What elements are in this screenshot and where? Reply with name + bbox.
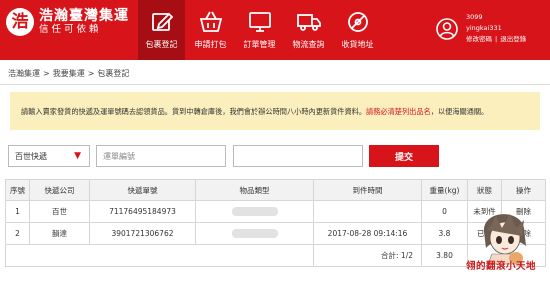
- logo-title: 浩瀚臺灣集運: [39, 8, 129, 24]
- top-header: 浩 浩瀚臺灣集運 信任可依賴 包裹登記 申請打包 訂單管理 物流查詢 收貨地址 …: [0, 0, 550, 60]
- user-info: 3099 yingkai331 修改密碼 | 退出登錄: [466, 12, 529, 45]
- summary-weight: 3.80: [421, 244, 468, 267]
- change-password-link[interactable]: 修改密碼: [466, 35, 492, 43]
- nav-item-package-register[interactable]: 包裹登記: [138, 0, 185, 60]
- edit-icon: [151, 12, 173, 31]
- truck-icon: [296, 14, 321, 31]
- user-links-separator: |: [495, 35, 498, 43]
- table-header-row: 序號 快遞公司 快遞單號 物品類型 到件時間 重量(kg) 狀態 操作: [5, 179, 546, 201]
- cell-courier: 韻達: [29, 222, 90, 245]
- courier-selected: 百世快遞: [15, 152, 47, 161]
- nav-item-logistics[interactable]: 物流查詢: [285, 0, 332, 60]
- col-header-weight: 重量(kg): [421, 179, 468, 201]
- cell-item-type: [195, 200, 314, 223]
- notice-text: 請輸入賣家發貨的快遞及運單號碼去認領貨品。貨到中轉倉庫後，我們會於辦公時間八小時…: [21, 107, 367, 116]
- notice-banner: 請輸入賣家發貨的快遞及運單號碼去認領貨品。貨到中轉倉庫後，我們會於辦公時間八小時…: [10, 92, 540, 130]
- cell-weight: 3.8: [421, 222, 468, 245]
- monitor-icon: [248, 12, 271, 32]
- col-header-no: 序號: [5, 179, 30, 201]
- cell-item-type: [195, 222, 314, 245]
- col-header-action: 操作: [501, 179, 546, 201]
- cell-no: 1: [5, 200, 30, 223]
- breadcrumb-current: 包裹登記: [97, 69, 130, 78]
- logo-subtitle: 信任可依賴: [39, 24, 102, 35]
- table-row: 2 韻達 3901721306762 2017-08-28 09:14:16 3…: [5, 222, 546, 245]
- cell-weight: 0: [421, 200, 468, 223]
- package-table: 序號 快遞公司 快遞單號 物品類型 到件時間 重量(kg) 狀態 操作 1 百世…: [5, 179, 546, 267]
- logo-mark: 浩: [6, 8, 34, 36]
- submit-button[interactable]: 提交: [369, 145, 439, 167]
- blurred-text: [231, 207, 278, 217]
- divider: [0, 84, 550, 85]
- user-avatar-icon[interactable]: [436, 18, 458, 40]
- breadcrumb-home[interactable]: 浩瀚集運: [8, 69, 40, 78]
- table-row: 1 百世 71176495184973 0 未到件 刪除: [5, 200, 546, 223]
- nav-item-apply-pack[interactable]: 申請打包: [187, 0, 234, 60]
- summary-count: 合計: 1/2: [313, 244, 422, 267]
- main-nav: 包裹登記 申請打包 訂單管理 物流查詢 收貨地址: [138, 0, 383, 60]
- col-header-status: 狀態: [467, 179, 502, 201]
- cell-arrival: [313, 200, 422, 223]
- cell-arrival: 2017-08-28 09:14:16: [313, 222, 422, 245]
- item-name-input[interactable]: [233, 145, 363, 167]
- notice-text-end: ，以便海關通關。: [430, 107, 489, 116]
- table-summary-row: 合計: 1/2 3.80: [5, 244, 546, 267]
- nav-item-address[interactable]: 收貨地址: [334, 0, 381, 60]
- user-name: yingkai331: [466, 24, 502, 32]
- breadcrumb-shipping[interactable]: 我要集運: [53, 69, 85, 78]
- cell-courier: 百世: [29, 200, 90, 223]
- brand-logo[interactable]: 浩 浩瀚臺灣集運 信任可依賴: [6, 8, 129, 36]
- nav-item-order-manage[interactable]: 訂單管理: [236, 0, 283, 60]
- col-header-arrival: 到件時間: [313, 179, 422, 201]
- user-id: 3099: [466, 13, 483, 21]
- col-header-tracking: 快遞單號: [89, 179, 196, 201]
- blurred-text: [231, 229, 278, 239]
- cell-tracking: 3901721306762: [89, 222, 196, 245]
- notice-highlight: 請務必清楚列出品名: [366, 107, 431, 116]
- courier-select[interactable]: 百世快遞 ▼: [8, 145, 90, 167]
- col-header-item-type: 物品類型: [195, 179, 314, 201]
- cell-no: 2: [5, 222, 30, 245]
- caret-down-icon: ▼: [74, 151, 81, 161]
- logout-link[interactable]: 退出登錄: [500, 35, 526, 43]
- tracking-number-input[interactable]: [96, 145, 226, 167]
- location-icon: [347, 12, 368, 32]
- col-header-courier: 快遞公司: [29, 179, 90, 201]
- watermark-text: 翎的翻滾小天地: [466, 261, 537, 272]
- breadcrumb: 浩瀚集運 > 我要集運 > 包裹登記: [8, 69, 130, 78]
- basket-icon: [199, 11, 222, 32]
- cell-tracking: 71176495184973: [89, 200, 196, 223]
